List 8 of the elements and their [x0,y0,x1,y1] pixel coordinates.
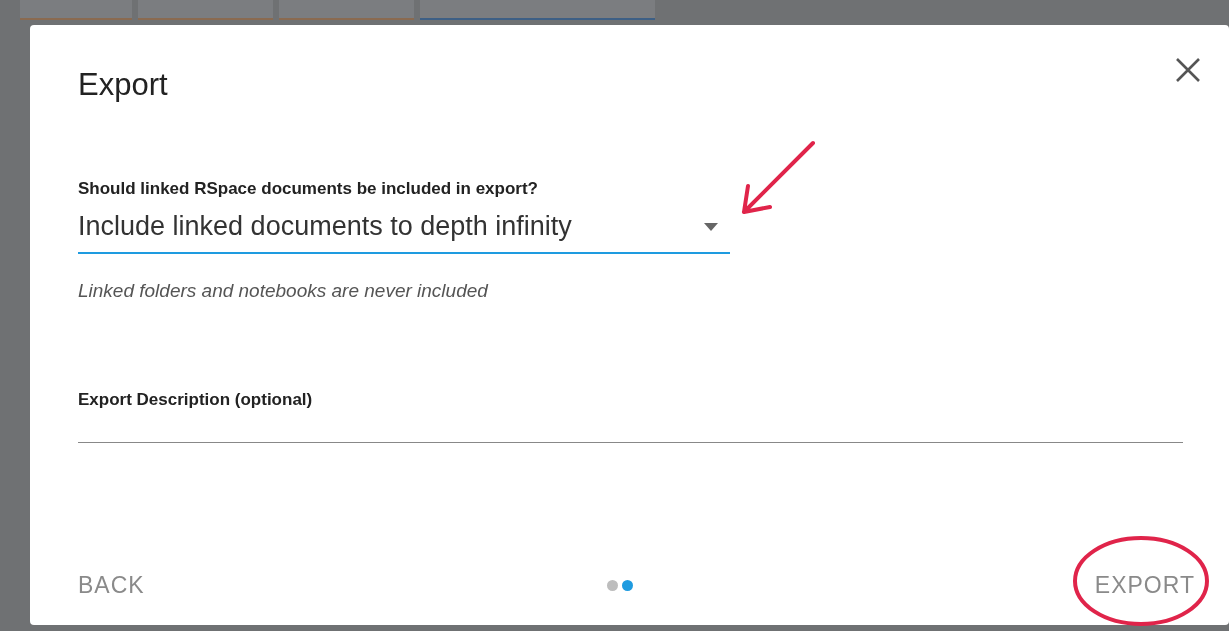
close-icon [1175,57,1201,83]
field-label: Should linked RSpace documents be included in export? [78,179,539,199]
dialog-title: Export [78,67,169,103]
caret-icon [704,222,718,231]
back-button[interactable]: BACK [70,564,153,607]
field-label: Export Description (optional) [78,390,314,410]
depth-select[interactable]: Include linked documents to depth infinity [78,205,730,254]
helper-text: Linked folders and notebooks are never included [78,280,490,302]
